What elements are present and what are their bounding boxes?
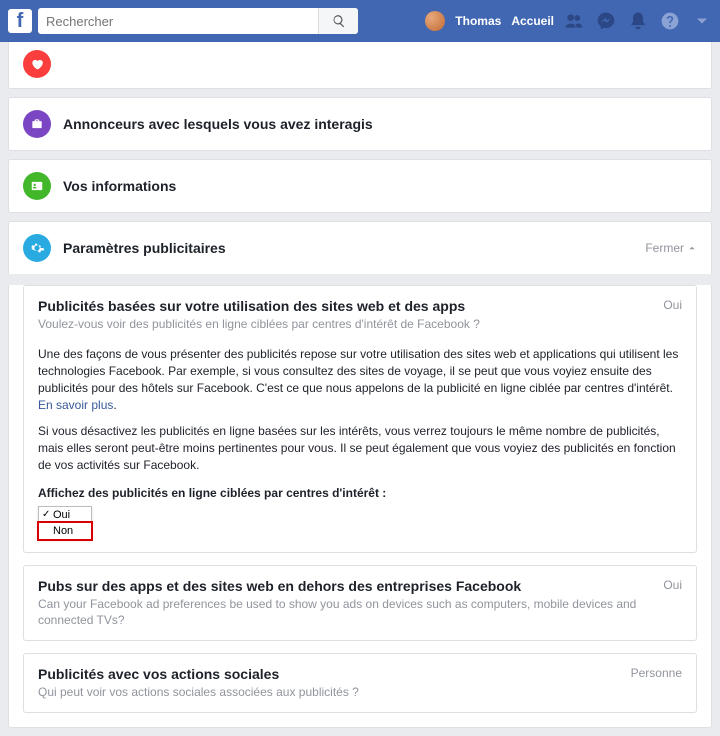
search-button[interactable] — [318, 8, 358, 34]
panel-subtitle: Can your Facebook ad preferences be used… — [38, 596, 651, 628]
paragraph-text: Une des façons de vous présenter des pub… — [38, 347, 678, 395]
section-title: Vos informations — [63, 178, 176, 194]
chevron-up-icon — [687, 243, 697, 253]
gear-icon — [23, 234, 51, 262]
panel-subtitle: Voulez-vous voir des publicités en ligne… — [38, 316, 651, 332]
panel-paragraph: Une des façons de vous présenter des pub… — [38, 346, 682, 413]
profile-card-icon — [23, 172, 51, 200]
ad-settings-body: Publicités basées sur votre utilisation … — [8, 285, 712, 728]
option-yes[interactable]: Oui — [39, 507, 91, 523]
learn-more-link[interactable]: En savoir plus — [38, 398, 113, 412]
dropdown-prompt: Affichez des publicités en ligne ciblées… — [38, 486, 682, 500]
close-link[interactable]: Fermer — [645, 241, 697, 255]
panel-interest-ads: Publicités basées sur votre utilisation … — [23, 285, 697, 553]
avatar[interactable] — [425, 11, 445, 31]
panel-subtitle: Qui peut voir vos actions sociales assoc… — [38, 684, 619, 700]
topbar: f Thomas Accueil — [0, 0, 720, 42]
section-your-info[interactable]: Vos informations — [8, 159, 712, 213]
search-input[interactable] — [38, 14, 318, 29]
chevron-down-icon[interactable] — [692, 11, 712, 31]
friend-requests-icon[interactable] — [564, 11, 584, 31]
panel-value: Oui — [663, 578, 682, 592]
notifications-icon[interactable] — [628, 11, 648, 31]
search-box — [38, 8, 358, 34]
panel-value: Personne — [631, 666, 682, 680]
panel-title: Pubs sur des apps et des sites web en de… — [38, 578, 651, 594]
user-name[interactable]: Thomas — [455, 14, 501, 28]
section-ad-settings: Paramètres publicitaires Fermer — [8, 221, 712, 274]
facebook-logo[interactable]: f — [8, 9, 32, 33]
panel-title: Publicités basées sur votre utilisation … — [38, 298, 651, 314]
page-content: Annonceurs avec lesquels vous avez inter… — [0, 42, 720, 736]
section-title: Paramètres publicitaires — [63, 240, 226, 256]
close-label: Fermer — [645, 241, 684, 255]
briefcase-icon — [23, 110, 51, 138]
search-icon — [332, 14, 346, 28]
topbar-right: Thomas Accueil — [425, 11, 712, 31]
panel-value: Oui — [663, 298, 682, 312]
help-icon[interactable] — [660, 11, 680, 31]
interest-ads-dropdown[interactable]: Oui Non — [38, 506, 92, 540]
option-no[interactable]: Non — [39, 523, 91, 539]
section-advertisers[interactable]: Annonceurs avec lesquels vous avez inter… — [8, 97, 712, 151]
panel-offsite-ads[interactable]: Pubs sur des apps et des sites web en de… — [23, 565, 697, 641]
panel-social-actions[interactable]: Publicités avec vos actions sociales Qui… — [23, 653, 697, 713]
panel-title: Publicités avec vos actions sociales — [38, 666, 619, 682]
section-title: Annonceurs avec lesquels vous avez inter… — [63, 116, 373, 132]
messenger-icon[interactable] — [596, 11, 616, 31]
section-card-partial[interactable] — [8, 42, 712, 89]
heart-icon — [23, 50, 51, 78]
panel-paragraph: Si vous désactivez les publicités en lig… — [38, 423, 682, 473]
home-link[interactable]: Accueil — [511, 14, 554, 28]
